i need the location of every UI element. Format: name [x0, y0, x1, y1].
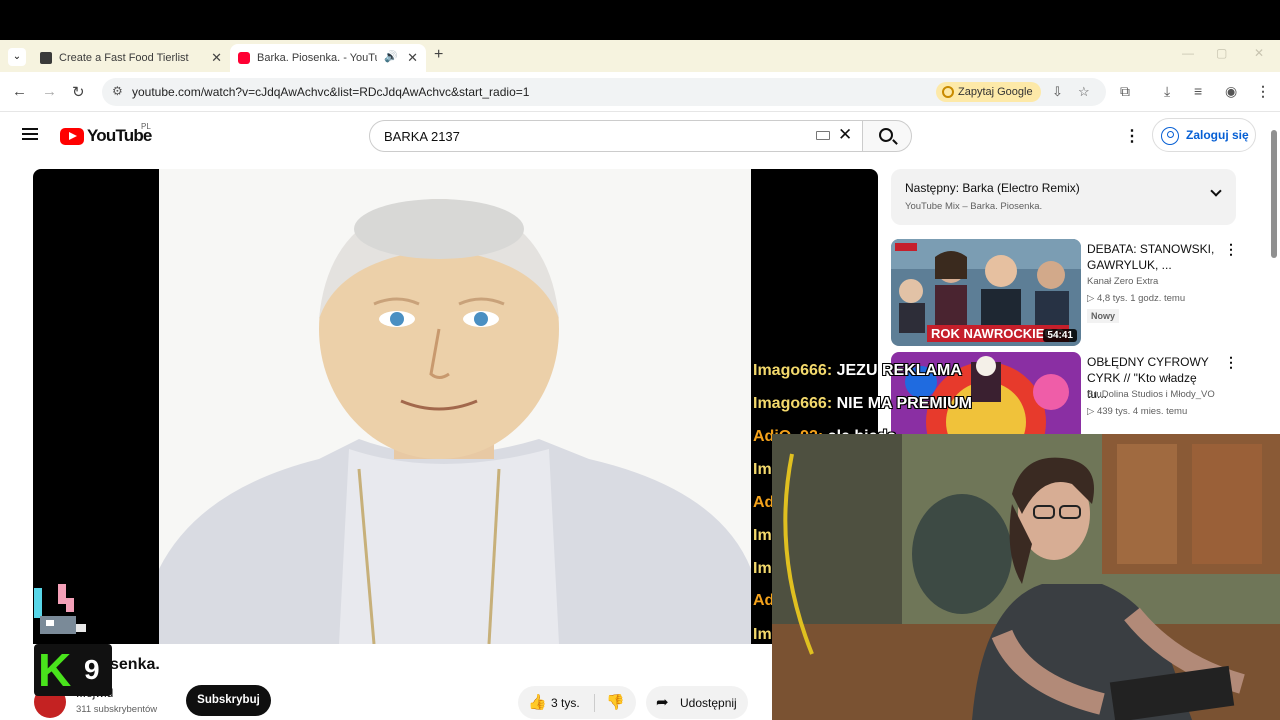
- tab-search-chevron-icon[interactable]: ⌄: [8, 48, 26, 66]
- close-tab-icon[interactable]: ✕: [407, 50, 418, 66]
- region-code: PL: [141, 122, 151, 131]
- settings-more-icon[interactable]: ⋮: [1124, 126, 1140, 146]
- new-badge: Nowy: [1087, 309, 1120, 323]
- search-input[interactable]: BARKA 2137 ✕: [369, 120, 863, 152]
- video-player[interactable]: [33, 169, 878, 644]
- chat-message: Imago666: JEZU REKLAMA: [753, 362, 962, 380]
- top-black-band: [0, 0, 1280, 40]
- chat-message: Im: [753, 560, 772, 578]
- recommendation-title[interactable]: DEBATA: STANOWSKI, GAWRYLUK, ...: [1087, 241, 1215, 273]
- reload-icon[interactable]: ↻: [72, 83, 85, 101]
- forward-icon[interactable]: →: [42, 83, 57, 100]
- chat-username: Im: [753, 461, 772, 478]
- streamer-logo: K 9: [34, 644, 112, 696]
- ask-google-button[interactable]: Zapytaj Google: [936, 82, 1041, 102]
- logo-number: 9: [84, 654, 100, 685]
- up-next-title: Następny: Barka (Electro Remix): [905, 181, 1080, 195]
- chat-username: Imago666:: [753, 395, 833, 412]
- browser-menu-icon[interactable]: ⋮: [1256, 83, 1270, 100]
- more-actions-icon[interactable]: ⋮: [1224, 354, 1238, 371]
- close-window-icon[interactable]: ✕: [1254, 46, 1264, 60]
- webcam-overlay: [772, 434, 1280, 720]
- url-text[interactable]: youtube.com/watch?v=cJdqAwAchvc&list=RDc…: [132, 85, 529, 99]
- chat-text: JEZU REKLAMA: [836, 362, 962, 379]
- search-value[interactable]: BARKA 2137: [384, 129, 460, 144]
- up-next-subtitle: YouTube Mix – Barka. Piosenka.: [905, 201, 1043, 212]
- install-app-icon[interactable]: ⇩: [1052, 84, 1063, 100]
- like-dislike-bar: 👍 3 tys. 👎: [518, 686, 636, 719]
- extensions-icon[interactable]: ⧉: [1120, 83, 1130, 100]
- address-bar-row: ← → ↻ ⚙ youtube.com/watch?v=cJdqAwAchvc&…: [0, 72, 1280, 112]
- youtube-logo-icon[interactable]: [60, 128, 84, 145]
- video-frame-pope-illustration: [159, 169, 751, 644]
- video-duration: 54:41: [1043, 329, 1077, 342]
- logo-letter: K: [38, 644, 72, 696]
- download-icon[interactable]: ⤓: [1164, 83, 1170, 100]
- chat-text: NIE MA PREMIUM: [836, 395, 972, 412]
- clear-search-icon[interactable]: ✕: [838, 125, 852, 145]
- minimize-icon[interactable]: —: [1182, 46, 1194, 60]
- search-button[interactable]: [862, 120, 912, 152]
- subscriber-count: 311 subskrybentów: [76, 704, 158, 715]
- chat-message: Im: [753, 626, 772, 644]
- share-icon: ➦: [656, 694, 669, 711]
- tab-tierlist[interactable]: Create a Fast Food Tierlist Tier List ✕: [32, 44, 230, 72]
- keyboard-icon[interactable]: [816, 131, 830, 140]
- pixel-sprite-emote: [30, 580, 92, 640]
- share-label: Udostępnij: [680, 696, 737, 710]
- share-button[interactable]: ➦ Udostępnij: [646, 686, 748, 719]
- tierlist-favicon-icon: [40, 52, 52, 64]
- close-tab-icon[interactable]: ✕: [211, 50, 222, 66]
- chevron-down-icon[interactable]: [1210, 185, 1222, 197]
- recommendation-thumbnail[interactable]: ROK NAWROCKIEGO 54:41: [891, 239, 1081, 346]
- omnibox[interactable]: ⚙ youtube.com/watch?v=cJdqAwAchvc&list=R…: [102, 78, 1106, 106]
- new-tab-icon[interactable]: +: [434, 46, 443, 64]
- sign-in-button[interactable]: Zaloguj się: [1152, 118, 1256, 152]
- tab-title: Create a Fast Food Tierlist Tier List: [59, 52, 189, 64]
- audio-playing-icon[interactable]: 🔊: [384, 50, 398, 63]
- ask-google-label: Zapytaj Google: [958, 86, 1033, 98]
- browser-tab-bar: ⌄ Create a Fast Food Tierlist Tier List …: [0, 40, 1280, 72]
- tab-youtube[interactable]: Barka. Piosenka. - YouTube 🔊 ✕: [230, 44, 426, 72]
- chat-username: Imago666:: [753, 362, 833, 379]
- site-info-icon[interactable]: ⚙: [112, 84, 123, 98]
- search-icon: [879, 128, 893, 142]
- scrollbar-thumb[interactable]: [1271, 130, 1277, 258]
- maximize-icon[interactable]: ▢: [1216, 46, 1227, 60]
- divider: [594, 694, 595, 712]
- media-control-icon[interactable]: ≡: [1194, 83, 1202, 99]
- recommendation-item[interactable]: ROK NAWROCKIEGO 54:41 DEBATA: STANOWSKI,…: [891, 239, 1241, 346]
- bookmark-star-icon[interactable]: ☆: [1078, 84, 1090, 100]
- sign-in-label: Zaloguj się: [1186, 128, 1249, 142]
- recommendation-meta: ▷ 4,8 tys. 1 godz. temu: [1087, 293, 1186, 304]
- thumbs-up-icon[interactable]: 👍: [528, 693, 547, 711]
- recommendation-channel[interactable]: BruDolina Studios i Młody_VO: [1087, 389, 1215, 400]
- up-next-panel[interactable]: Następny: Barka (Electro Remix) YouTube …: [891, 169, 1236, 225]
- up-next-video-title: Barka (Electro Remix): [962, 181, 1080, 195]
- chat-message: Im: [753, 461, 772, 479]
- thumbs-down-icon[interactable]: 👎: [606, 693, 625, 711]
- up-next-label: Następny:: [905, 181, 960, 195]
- page-scrollbar[interactable]: [1270, 116, 1278, 266]
- chat-message: Imago666: NIE MA PREMIUM: [753, 395, 972, 413]
- chat-message: Im: [753, 527, 772, 545]
- account-icon: [1161, 127, 1179, 145]
- recommendation-meta: ▷ 439 tys. 4 mies. temu: [1087, 406, 1188, 417]
- back-icon[interactable]: ←: [12, 83, 27, 100]
- profile-icon[interactable]: ◉: [1225, 83, 1237, 100]
- menu-icon[interactable]: [22, 128, 38, 140]
- youtube-favicon-icon: [238, 52, 250, 64]
- more-actions-icon[interactable]: ⋮: [1224, 241, 1238, 258]
- chat-username: Im: [753, 560, 772, 577]
- chat-username: Im: [753, 626, 772, 643]
- subscribe-button[interactable]: Subskrybuj: [186, 685, 271, 716]
- chat-username: Im: [753, 527, 772, 544]
- video-title: senka.: [110, 656, 160, 673]
- like-count[interactable]: 3 tys.: [551, 696, 580, 710]
- google-lens-icon: [942, 86, 954, 98]
- recommendation-channel[interactable]: Kanał Zero Extra: [1087, 276, 1158, 287]
- tab-title: Barka. Piosenka. - YouTube: [257, 52, 377, 64]
